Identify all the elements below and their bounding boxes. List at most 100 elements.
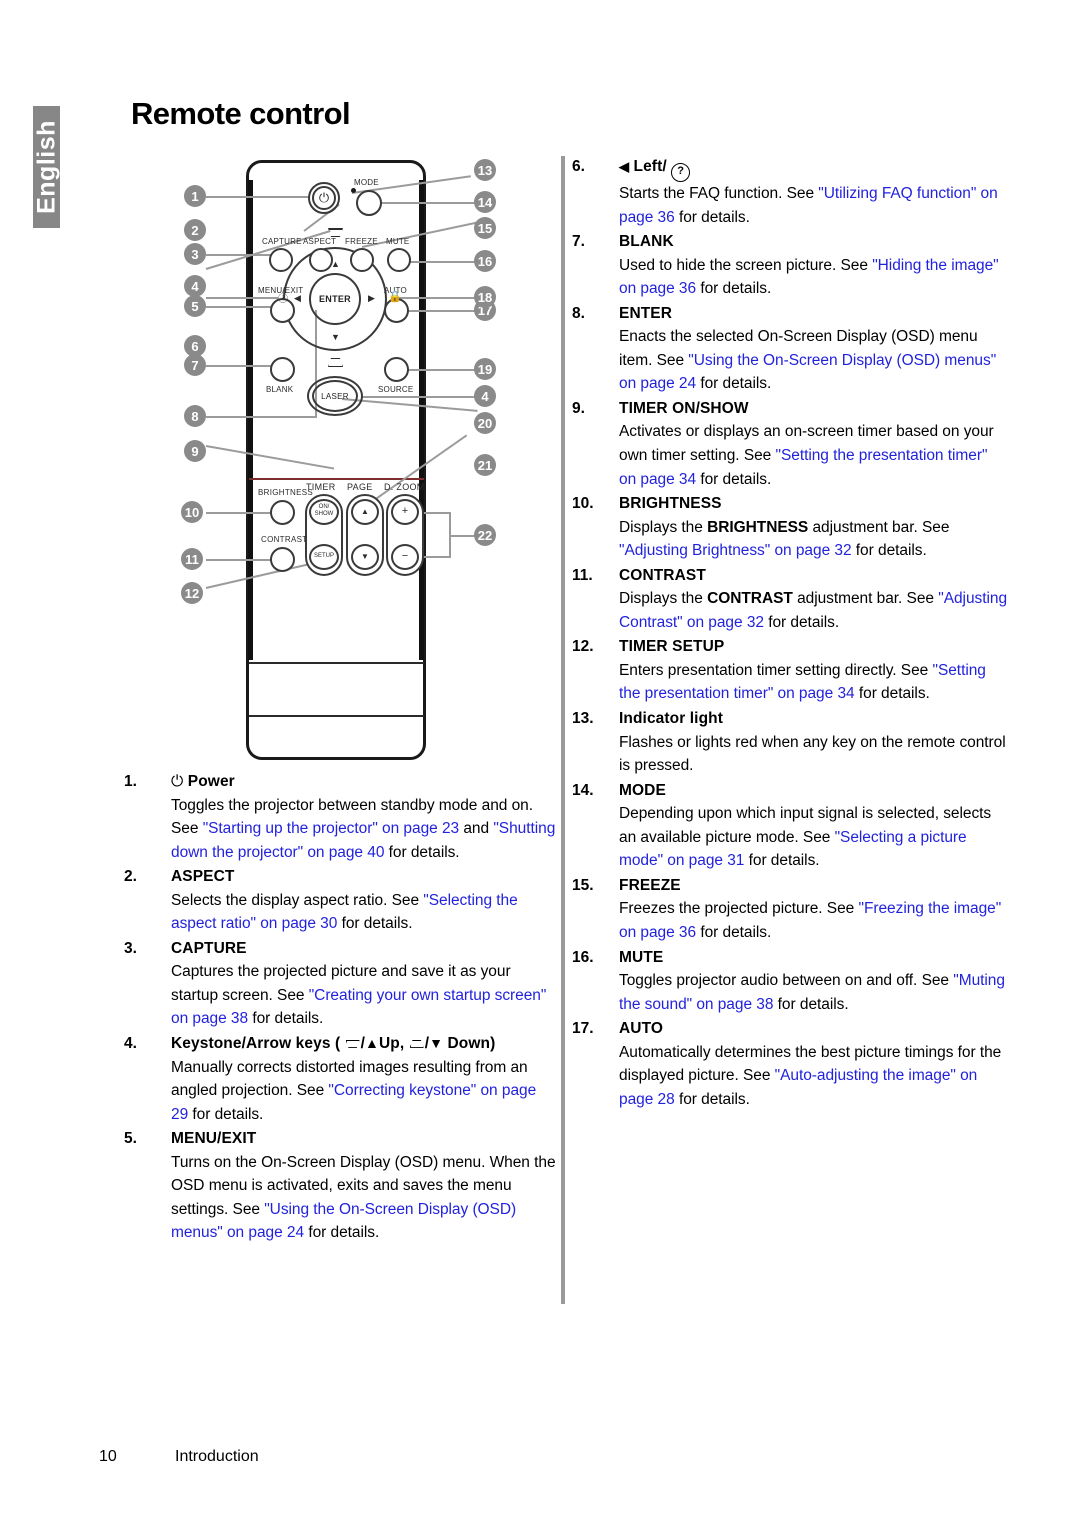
leader-1 — [206, 196, 310, 198]
manual-entry: 11. CONTRAST Displays the CONTRAST adjustm… — [572, 564, 1008, 635]
left-text-column: 1. ⏻ Power Toggles the projector between s… — [124, 770, 556, 1246]
mute-button[interactable] — [387, 248, 411, 272]
entry-number: 2. — [124, 868, 137, 886]
callout-11: 11 — [181, 548, 203, 570]
manual-entry: 14. MODE Depending upon which input signal… — [572, 779, 1008, 873]
entry-header: BRIGHTNESS — [619, 495, 722, 513]
entry-header: TIMER SETUP — [619, 638, 725, 656]
contrast-button[interactable] — [270, 547, 295, 572]
entry-header: ◀ Left/ ? — [619, 155, 1008, 182]
manual-page: English Remote control ⏻ MODE CAPTURE AS… — [0, 0, 1080, 1534]
callout-13: 13 — [474, 159, 496, 181]
entry-number: 5. — [124, 1130, 137, 1148]
entry-body: Used to hide the screen picture. See "Hi… — [619, 256, 999, 298]
entry-header: Indicator light — [619, 710, 723, 728]
column-divider — [561, 156, 565, 1304]
manual-entry: 17. AUTO Automatically determines the best… — [572, 1017, 1008, 1111]
dzoom-group-label: D. ZOOM — [384, 482, 425, 492]
entry-body: Flashes or lights red when any key on th… — [619, 733, 1006, 775]
entry-number: 4. — [124, 1035, 137, 1053]
timer-group-label: TIMER — [306, 482, 336, 492]
timer-setup-label: SETUP — [313, 553, 334, 559]
dzoom-plus-icon: + — [401, 505, 409, 517]
freeze-button[interactable] — [350, 248, 374, 272]
remote-divider-red — [249, 478, 424, 480]
entry-body: Automatically determines the best pictur… — [619, 1043, 1002, 1108]
manual-entry: 13. Indicator light Flashes or lights red … — [572, 707, 1008, 778]
faq-icon: ⓘ — [278, 294, 288, 305]
capture-button[interactable] — [269, 248, 293, 272]
enter-label: ENTER — [318, 294, 351, 304]
leader-6 — [206, 297, 278, 299]
entry-header: MENU/EXIT — [171, 1130, 257, 1148]
page-down-icon: ▼ — [361, 552, 369, 561]
manual-entry: 5. MENU/EXIT Turns on the On-Screen Displa… — [124, 1127, 556, 1245]
entry-header: CAPTURE — [171, 939, 247, 957]
callout-22: 22 — [474, 524, 496, 546]
callout-10: 10 — [181, 501, 203, 523]
entry-number: 6. — [572, 158, 585, 175]
entry-number: 3. — [124, 939, 137, 957]
indicator-light — [351, 188, 356, 193]
manual-entry: 10. BRIGHTNESS Displays the BRIGHTNESS adj… — [572, 492, 1008, 563]
page-up-icon: ▲ — [361, 507, 369, 516]
power-icon: ⏻ — [312, 186, 336, 210]
entry-header: MUTE — [619, 948, 664, 966]
remote-right-rail — [419, 180, 424, 660]
brightness-button[interactable] — [270, 500, 295, 525]
manual-entry: 12. TIMER SETUP Enters presentation timer … — [572, 635, 1008, 706]
entry-body: Freezes the projected picture. See "Free… — [619, 900, 1002, 941]
aspect-button[interactable] — [309, 248, 333, 272]
leader-7 — [206, 365, 272, 367]
entry-number: 13. — [572, 710, 594, 728]
callout-5: 5 — [184, 295, 206, 317]
entry-number: 14. — [572, 781, 594, 799]
entry-header: ASPECT — [171, 868, 235, 886]
entry-body: Turns on the On-Screen Display (OSD) men… — [171, 1153, 556, 1242]
remote-left-rail — [248, 180, 253, 660]
arrow-left-icon[interactable]: ◀ — [294, 294, 301, 303]
entry-body: Activates or displays an on-screen timer… — [619, 423, 994, 488]
manual-entry: 15. FREEZE Freezes the projected picture. … — [572, 874, 1008, 945]
source-button[interactable] — [384, 357, 409, 382]
entry-header: BLANK — [619, 233, 674, 251]
contrast-label: CONTRAST — [261, 535, 308, 544]
footer-section-label: Introduction — [175, 1448, 259, 1465]
callout-1: 1 — [184, 185, 206, 207]
entry-body: Starts the FAQ function. See "Utilizing … — [619, 185, 998, 226]
freeze-label: FREEZE — [345, 237, 378, 246]
entry-number: 10. — [572, 495, 594, 513]
entry-header: AUTO — [619, 1020, 664, 1038]
entry-number: 11. — [572, 566, 593, 584]
lock-icon: 🔒 — [388, 291, 402, 303]
entry-body: Displays the CONTRAST adjustment bar. Se… — [619, 590, 1008, 631]
manual-entry: 6. ◀ Left/ ? Starts the FAQ function. See … — [572, 155, 1008, 229]
entry-number: 9. — [572, 399, 585, 417]
callout-2: 2 — [184, 219, 206, 241]
laser-label: LASER — [321, 391, 349, 401]
callout-18: 18 — [474, 286, 496, 308]
callout-16: 16 — [474, 250, 496, 272]
source-label: SOURCE — [378, 385, 414, 394]
blank-button[interactable] — [270, 357, 295, 382]
mode-button[interactable] — [356, 190, 382, 216]
entry-number: 12. — [572, 638, 594, 656]
remote-divider-low — [249, 715, 424, 717]
manual-entry: 7. BLANK Used to hide the screen picture. … — [572, 230, 1008, 301]
arrow-up-icon[interactable]: ▲ — [331, 260, 340, 269]
language-tab: English — [32, 106, 60, 228]
manual-entry: 1. ⏻ Power Toggles the projector between s… — [124, 770, 556, 864]
callout-19: 19 — [474, 358, 496, 380]
arrow-right-icon[interactable]: ▶ — [368, 294, 375, 303]
entry-header: ⏻ Power — [171, 772, 235, 790]
aspect-label: ASPECT — [303, 237, 337, 246]
entry-body: Enacts the selected On-Screen Display (O… — [619, 328, 997, 393]
blank-label: BLANK — [266, 385, 294, 394]
arrow-down-icon[interactable]: ▼ — [331, 333, 340, 342]
leader-8 — [206, 416, 316, 418]
entry-header: CONTRAST — [619, 566, 706, 584]
leader-22 — [450, 535, 476, 537]
laser-button[interactable]: LASER — [312, 380, 358, 412]
mode-label: MODE — [354, 178, 379, 187]
enter-button[interactable]: ENTER — [309, 273, 361, 325]
